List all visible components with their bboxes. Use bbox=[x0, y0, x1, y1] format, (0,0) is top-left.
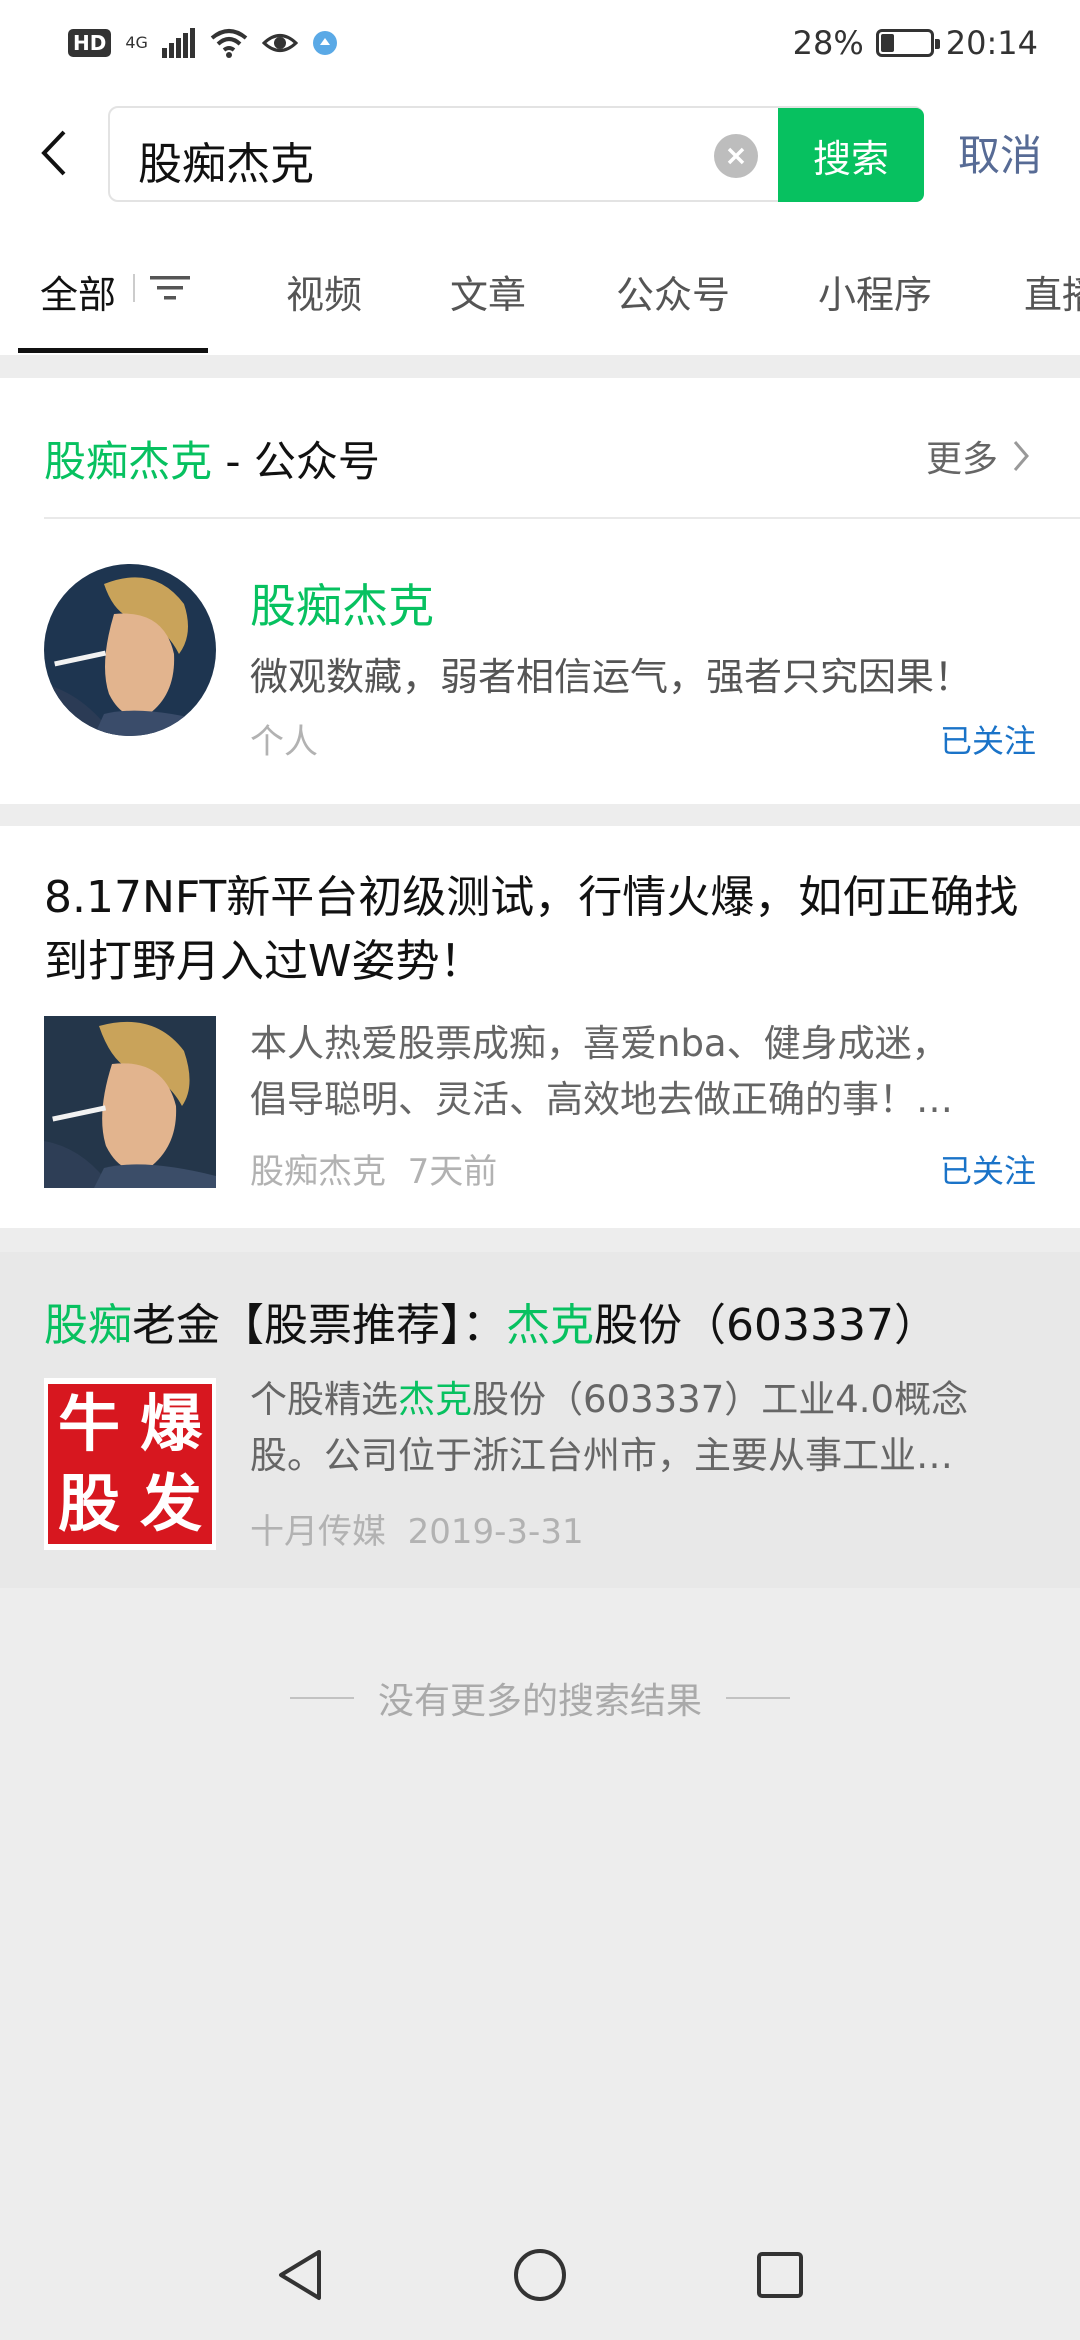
title-text: 老金【股票推荐】： bbox=[132, 1300, 506, 1351]
cancel-button[interactable]: 取消 bbox=[958, 122, 1042, 183]
tab-live[interactable]: 直播 bbox=[1024, 264, 1080, 319]
article-source: 股痴杰克 bbox=[250, 1152, 386, 1192]
title-text: 股份（603337） bbox=[594, 1300, 938, 1351]
official-account-section: 股痴杰克 - 公众号 更多 股痴杰克 微观数藏，弱者相信运气，强者只究因果！ 个… bbox=[0, 378, 1080, 804]
summary-highlight: 杰克 bbox=[398, 1378, 472, 1421]
article-time: 7天前 bbox=[407, 1152, 498, 1192]
portrait-image bbox=[44, 564, 216, 736]
search-header: 股痴杰克 搜索 取消 bbox=[0, 90, 1080, 220]
signal-icon bbox=[161, 28, 195, 58]
article-summary: 个股精选杰克股份（603337）工业4.0概念 股。公司位于浙江台州市，主要从事… bbox=[250, 1372, 1030, 1484]
nav-home-button[interactable] bbox=[505, 2240, 575, 2310]
portrait-image bbox=[44, 1016, 216, 1188]
article-result[interactable]: 8.17NFT新平台初级测试，行情火爆，如何正确找到打野月入过W姿势！ 本人热爱… bbox=[0, 826, 1080, 1228]
seal-character: 牛 bbox=[57, 1387, 120, 1460]
tab-articles[interactable]: 文章 bbox=[450, 264, 526, 319]
active-tab-indicator bbox=[18, 348, 208, 353]
stock-seal-image: 牛 爆 股 发 bbox=[48, 1384, 212, 1544]
clear-search-button[interactable] bbox=[714, 134, 758, 178]
article-summary-line: 本人热爱股票成痴，喜爱nba、健身成迷， bbox=[250, 1022, 949, 1065]
title-highlight: 杰克 bbox=[506, 1300, 594, 1351]
triangle-back-icon bbox=[279, 2250, 321, 2300]
divider bbox=[289, 1697, 354, 1699]
app-notification-icon bbox=[312, 31, 337, 55]
wifi-icon bbox=[210, 29, 248, 58]
title-highlight: 股痴 bbox=[44, 1300, 132, 1351]
article-summary-line: 个股精选杰克股份（603337）工业4.0概念 bbox=[250, 1372, 1030, 1428]
article-title: 8.17NFT新平台初级测试，行情火爆，如何正确找到打野月入过W姿势！ bbox=[44, 872, 1019, 987]
article-thumbnail: 牛 爆 股 发 bbox=[44, 1378, 216, 1550]
article-meta: 十月传媒 2019-3-31 bbox=[250, 1504, 584, 1553]
nav-recents-button[interactable] bbox=[745, 2240, 815, 2310]
nav-back-button[interactable] bbox=[265, 2240, 335, 2310]
search-input-container[interactable]: 股痴杰克 搜索 bbox=[108, 106, 924, 202]
status-icons-left: HD 4G bbox=[68, 28, 338, 58]
divider bbox=[726, 1697, 790, 1699]
chevron-right-icon bbox=[1013, 441, 1029, 471]
eye-comfort-icon bbox=[261, 34, 298, 52]
no-more-results-text: 没有更多的搜索结果 bbox=[377, 1681, 702, 1722]
article-summary: 本人热爱股票成痴，喜爱nba、健身成迷， 倡导聪明、灵活、高效地去做正确的事！… bbox=[250, 1016, 1030, 1128]
search-button[interactable]: 搜索 bbox=[778, 108, 924, 202]
filter-tabs: 全部 视频 文章 公众号 小程序 直播 bbox=[0, 220, 1080, 355]
article-summary-line: 股。公司位于浙江台州市，主要从事工业… bbox=[250, 1434, 953, 1477]
section-heading: 股痴杰克 - 公众号 bbox=[44, 428, 380, 489]
hd-indicator: HD bbox=[68, 29, 112, 57]
close-icon bbox=[727, 147, 745, 165]
status-bar: HD 4G 28% 20:14 bbox=[0, 0, 1080, 90]
summary-text: 股份（603337）工业4.0概念 bbox=[472, 1378, 969, 1421]
article-summary-line: 倡导聪明、灵活、高效地去做正确的事！… bbox=[250, 1078, 953, 1121]
article-meta: 股痴杰克 7天前 bbox=[250, 1144, 497, 1193]
system-nav-bar bbox=[0, 2200, 1080, 2340]
account-type: 个人 bbox=[250, 722, 318, 762]
heading-suffix: - 公众号 bbox=[212, 437, 380, 486]
clock: 20:14 bbox=[945, 24, 1038, 62]
article-title: 股痴老金【股票推荐】：杰克股份（603337） bbox=[44, 1294, 1034, 1358]
battery-icon bbox=[875, 29, 940, 57]
seal-character: 股 bbox=[57, 1467, 120, 1540]
more-label: 更多 bbox=[925, 439, 998, 480]
chevron-left-icon bbox=[41, 130, 66, 176]
follow-status: 已关注 bbox=[939, 1152, 1036, 1190]
heading-highlight: 股痴杰克 bbox=[44, 437, 213, 486]
tab-divider bbox=[133, 274, 135, 302]
square-recents-icon bbox=[757, 2252, 803, 2298]
article-time: 2019-3-31 bbox=[407, 1512, 584, 1552]
tab-video[interactable]: 视频 bbox=[286, 264, 362, 319]
article-thumbnail bbox=[44, 1016, 216, 1188]
no-more-results: 没有更多的搜索结果 bbox=[0, 1672, 1080, 1724]
search-input[interactable]: 股痴杰克 bbox=[138, 128, 314, 192]
more-button[interactable]: 更多 bbox=[926, 430, 1030, 482]
summary-text: 个股精选 bbox=[250, 1378, 398, 1421]
filter-icon[interactable] bbox=[148, 270, 192, 306]
tab-all[interactable]: 全部 bbox=[40, 264, 116, 319]
account-description: 微观数藏，弱者相信运气，强者只究因果！ bbox=[250, 655, 973, 699]
back-button[interactable] bbox=[28, 118, 78, 188]
account-name[interactable]: 股痴杰克 bbox=[250, 570, 434, 636]
tab-official-accounts[interactable]: 公众号 bbox=[616, 264, 730, 319]
divider bbox=[44, 517, 1080, 519]
battery-percent: 28% bbox=[792, 24, 864, 62]
seal-character: 爆 bbox=[139, 1387, 202, 1460]
status-icons-right: 28% 20:14 bbox=[793, 24, 1038, 62]
account-avatar[interactable] bbox=[44, 564, 216, 736]
article-source: 十月传媒 bbox=[250, 1512, 386, 1552]
circle-home-icon bbox=[514, 2249, 566, 2301]
battery-level bbox=[880, 34, 895, 52]
follow-status: 已关注 bbox=[939, 722, 1036, 760]
network-type: 4G bbox=[125, 33, 148, 52]
seal-character: 发 bbox=[139, 1467, 202, 1540]
tab-mini-programs[interactable]: 小程序 bbox=[818, 264, 932, 319]
article-result[interactable]: 股痴老金【股票推荐】：杰克股份（603337） 牛 爆 股 发 个股精选杰克股份… bbox=[0, 1252, 1080, 1588]
